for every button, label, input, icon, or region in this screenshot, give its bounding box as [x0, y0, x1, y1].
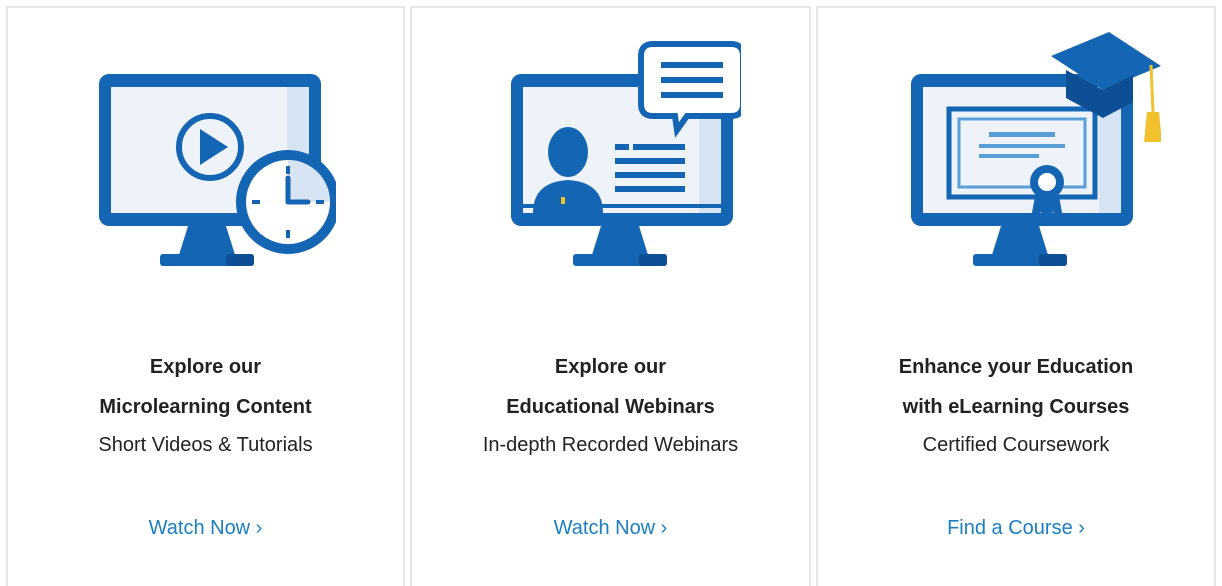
card-elearning: Enhance your Education with eLearning Co…	[816, 6, 1216, 586]
card-title: Enhance your Education with eLearning Co…	[818, 347, 1214, 427]
card-title-line1: Enhance your Education	[898, 356, 1134, 378]
card-title-line2: Microlearning Content	[99, 396, 312, 418]
card-subtitle: Certified Coursework	[922, 434, 1110, 456]
card-webinars: Explore our Educational Webinars In-dept…	[410, 6, 811, 586]
card-title-line1: Explore our	[554, 356, 667, 378]
find-course-link[interactable]: Find a Course ›	[818, 513, 1214, 543]
card-title-line2: Educational Webinars	[506, 396, 715, 418]
monitor-certificate-icon	[911, 32, 1161, 266]
card-title: Explore our Educational Webinars	[412, 347, 809, 427]
watch-now-link[interactable]: Watch Now ›	[8, 513, 403, 543]
card-title: Explore our Microlearning Content	[8, 347, 403, 427]
card-title-line1: Explore our	[149, 356, 262, 378]
watch-now-link[interactable]: Watch Now ›	[412, 513, 809, 543]
monitor-webinar-icon	[510, 41, 741, 266]
icon-container	[818, 32, 1214, 282]
card-title-line2: with eLearning Courses	[902, 396, 1130, 418]
icon-container	[8, 32, 403, 282]
card-subtitle: Short Videos & Tutorials	[98, 434, 313, 456]
icon-container	[412, 32, 809, 282]
card-subtitle: In-depth Recorded Webinars	[482, 434, 739, 456]
cards-row: Explore our Microlearning Content Short …	[6, 6, 1216, 586]
monitor-clock-icon	[98, 74, 336, 266]
card-microlearning: Explore our Microlearning Content Short …	[6, 6, 405, 586]
